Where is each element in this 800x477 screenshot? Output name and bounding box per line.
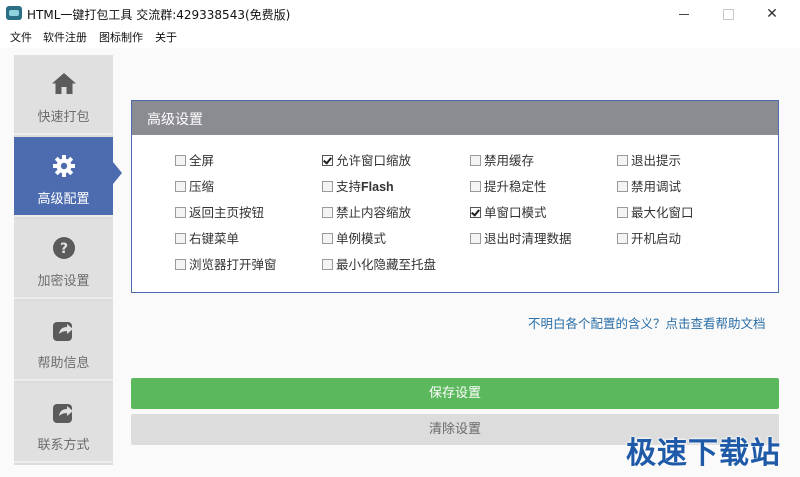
checkbox[interactable]	[470, 207, 481, 218]
option-compress[interactable]: 压缩	[175, 179, 214, 195]
home-icon	[52, 73, 76, 94]
checkbox[interactable]	[617, 233, 628, 244]
watermark: 极速下载站	[626, 436, 781, 471]
option-minimize-to-tray[interactable]: 最小化隐藏至托盘	[322, 257, 436, 273]
option-context-menu[interactable]: 右键菜单	[175, 231, 239, 247]
sidebar-item-help[interactable]: 帮助信息	[14, 301, 113, 381]
sidebar-item-label: 帮助信息	[37, 356, 90, 371]
minimize-icon	[679, 13, 689, 15]
option-autostart[interactable]: 开机启动	[617, 231, 681, 247]
option-fullscreen[interactable]: 全屏	[175, 153, 214, 169]
sidebar-item-label: 联系方式	[37, 438, 90, 453]
checkbox[interactable]	[322, 181, 333, 192]
sidebar-item-advanced-config[interactable]: 高级配置	[14, 137, 113, 217]
save-settings-button[interactable]: 保存设置	[131, 378, 779, 409]
title-bar: HTML一键打包工具 交流群:429338543(免费版) ✕	[0, 0, 800, 28]
checkbox[interactable]	[175, 181, 186, 192]
menu-icon-maker[interactable]: 图标制作	[99, 28, 143, 48]
close-icon: ✕	[766, 6, 778, 22]
option-clear-data-on-exit[interactable]: 退出时清理数据	[470, 231, 572, 247]
panel-title: 高级设置	[147, 112, 203, 128]
sidebar-item-quick-pack[interactable]: 快速打包	[14, 55, 113, 135]
checkbox[interactable]	[470, 181, 481, 192]
sidebar-item-label: 高级配置	[37, 192, 90, 207]
checkbox[interactable]	[175, 259, 186, 270]
sidebar-item-contact[interactable]: 联系方式	[14, 383, 113, 463]
checkbox[interactable]	[617, 207, 628, 218]
menu-about[interactable]: 关于	[155, 28, 177, 48]
share-icon	[53, 404, 73, 423]
option-single-window[interactable]: 单窗口模式	[470, 205, 547, 221]
checkbox[interactable]	[470, 155, 481, 166]
gear-icon	[53, 155, 75, 177]
option-maximize-window[interactable]: 最大化窗口	[617, 205, 694, 221]
checkbox[interactable]	[322, 233, 333, 244]
checkbox[interactable]	[322, 207, 333, 218]
option-support-flash[interactable]: 支持Flash	[322, 179, 394, 195]
app-icon	[6, 6, 22, 20]
option-disable-content-zoom[interactable]: 禁止内容缩放	[322, 205, 411, 221]
checkbox[interactable]	[322, 155, 333, 166]
sidebar: 快速打包 高级配置 ? 加密设置 帮助信息 联系方式	[14, 55, 113, 465]
minimize-button[interactable]	[664, 2, 704, 26]
maximize-button[interactable]	[708, 2, 748, 26]
sidebar-item-label: 加密设置	[37, 274, 90, 289]
option-exit-prompt[interactable]: 退出提示	[617, 153, 681, 169]
sidebar-item-encryption[interactable]: ? 加密设置	[14, 219, 113, 299]
checkbox[interactable]	[322, 259, 333, 270]
menu-file[interactable]: 文件	[10, 28, 32, 48]
sidebar-item-label: 快速打包	[37, 110, 90, 125]
checkbox[interactable]	[175, 233, 186, 244]
menu-register[interactable]: 软件注册	[43, 28, 87, 48]
share-icon	[53, 322, 73, 341]
checkbox[interactable]	[470, 233, 481, 244]
checkbox[interactable]	[617, 155, 628, 166]
help-docs-link[interactable]: 不明白各个配置的含义？点击查看帮助文档	[528, 313, 766, 332]
option-home-button[interactable]: 返回主页按钮	[175, 205, 264, 221]
close-button[interactable]: ✕	[752, 2, 792, 26]
option-singleton[interactable]: 单例模式	[322, 231, 386, 247]
option-disable-cache[interactable]: 禁用缓存	[470, 153, 534, 169]
window-title: HTML一键打包工具 交流群:429338543(免费版)	[27, 8, 291, 22]
advanced-settings-panel: 高级设置 全屏 允许窗口缩放 禁用缓存 退出提示 压缩 支持Flash 提升稳定…	[131, 100, 779, 293]
question-icon: ?	[53, 237, 75, 259]
panel-header: 高级设置	[132, 101, 778, 135]
active-indicator-arrow	[113, 162, 122, 184]
option-allow-window-resize[interactable]: 允许窗口缩放	[322, 153, 411, 169]
checkbox[interactable]	[617, 181, 628, 192]
menu-bar: 文件 软件注册 图标制作 关于	[0, 28, 800, 48]
option-browser-popup[interactable]: 浏览器打开弹窗	[175, 257, 277, 273]
option-disable-debug[interactable]: 禁用调试	[617, 179, 681, 195]
maximize-icon	[722, 8, 734, 20]
checkbox[interactable]	[175, 155, 186, 166]
checkbox[interactable]	[175, 207, 186, 218]
svg-text:?: ?	[60, 241, 68, 257]
option-improve-stability[interactable]: 提升稳定性	[470, 179, 547, 195]
